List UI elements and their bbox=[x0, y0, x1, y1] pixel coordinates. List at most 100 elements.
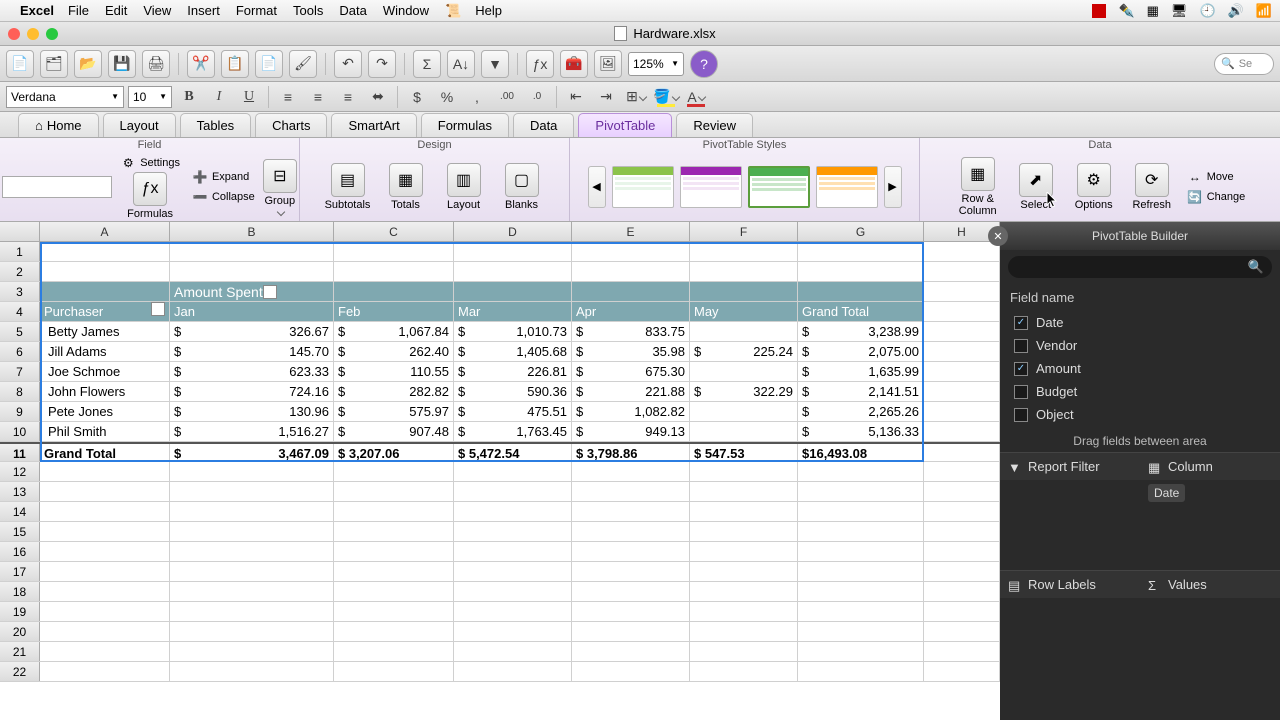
col-header-e[interactable]: E bbox=[572, 222, 690, 241]
cell[interactable]: $2,075.00 bbox=[798, 342, 924, 361]
cell[interactable]: $225.24 bbox=[690, 342, 798, 361]
row-header[interactable]: 7 bbox=[0, 362, 40, 381]
borders-button[interactable]: ⊞ bbox=[623, 85, 649, 109]
cell[interactable] bbox=[40, 562, 170, 581]
menu-data[interactable]: Data bbox=[339, 3, 366, 18]
tab-charts[interactable]: Charts bbox=[255, 113, 327, 137]
cell[interactable]: $949.13 bbox=[572, 422, 690, 441]
cell[interactable] bbox=[454, 542, 572, 561]
cell[interactable] bbox=[454, 262, 572, 281]
cell[interactable] bbox=[690, 402, 798, 421]
cell[interactable] bbox=[924, 662, 1000, 681]
cell[interactable]: Joe Schmoe bbox=[40, 362, 170, 381]
fill-color-button[interactable]: 🪣 bbox=[653, 85, 679, 109]
cell[interactable]: $675.30 bbox=[572, 362, 690, 381]
row-header[interactable]: 1 bbox=[0, 242, 40, 261]
cell[interactable] bbox=[924, 482, 1000, 501]
cell[interactable] bbox=[40, 642, 170, 661]
cell[interactable]: $623.33 bbox=[170, 362, 334, 381]
toolbar-search[interactable]: 🔍 Se bbox=[1214, 53, 1274, 75]
cell[interactable] bbox=[170, 462, 334, 481]
cell[interactable] bbox=[454, 622, 572, 641]
style-thumb-1[interactable] bbox=[612, 166, 674, 208]
cell[interactable]: $ 5,472.54 bbox=[454, 444, 572, 461]
cell[interactable] bbox=[798, 662, 924, 681]
cell[interactable] bbox=[690, 502, 798, 521]
copy-button[interactable]: 📋 bbox=[221, 50, 249, 78]
cell[interactable] bbox=[924, 444, 1000, 461]
cell[interactable] bbox=[454, 602, 572, 621]
cell[interactable] bbox=[334, 282, 454, 301]
cell[interactable] bbox=[690, 622, 798, 641]
cell[interactable] bbox=[690, 422, 798, 441]
row-header[interactable]: 14 bbox=[0, 502, 40, 521]
cell[interactable]: $2,141.51 bbox=[798, 382, 924, 401]
cell[interactable]: $1,763.45 bbox=[454, 422, 572, 441]
cell[interactable] bbox=[572, 542, 690, 561]
cell[interactable] bbox=[40, 602, 170, 621]
cell[interactable]: Feb bbox=[334, 302, 454, 321]
cell[interactable] bbox=[454, 582, 572, 601]
cell[interactable] bbox=[572, 522, 690, 541]
cell[interactable] bbox=[40, 462, 170, 481]
row-header[interactable]: 18 bbox=[0, 582, 40, 601]
cell[interactable] bbox=[798, 502, 924, 521]
cell[interactable] bbox=[798, 262, 924, 281]
row-header[interactable]: 15 bbox=[0, 522, 40, 541]
display-icon[interactable]: 🖥 bbox=[1171, 3, 1188, 19]
row-header[interactable]: 17 bbox=[0, 562, 40, 581]
cell[interactable] bbox=[924, 362, 1000, 381]
cell[interactable]: Grand Total bbox=[798, 302, 924, 321]
cell[interactable] bbox=[924, 542, 1000, 561]
cell[interactable]: $ 3,467.09 bbox=[170, 444, 334, 461]
cell[interactable] bbox=[572, 482, 690, 501]
cell[interactable]: $1,635.99 bbox=[798, 362, 924, 381]
cell[interactable]: $1,516.27 bbox=[170, 422, 334, 441]
cell[interactable] bbox=[454, 242, 572, 261]
row-header[interactable]: 3 bbox=[0, 282, 40, 301]
volume-icon[interactable]: 🔊 bbox=[1228, 3, 1244, 19]
tab-pivottable[interactable]: PivotTable bbox=[578, 113, 672, 137]
zone-report-filter[interactable]: ▼Report Filter bbox=[1000, 453, 1140, 480]
select-all-corner[interactable] bbox=[0, 222, 40, 241]
spaces-icon[interactable]: ▦ bbox=[1147, 3, 1159, 19]
row-column-button[interactable]: ▦Row & Column bbox=[951, 157, 1005, 217]
underline-button[interactable]: U bbox=[236, 85, 262, 109]
close-window-button[interactable] bbox=[8, 28, 20, 40]
zoom-select[interactable]: 125%▼ bbox=[628, 52, 684, 76]
tab-home[interactable]: Home bbox=[18, 113, 99, 137]
options-button[interactable]: ⚙Options bbox=[1067, 163, 1121, 211]
select-button[interactable]: ⬈Select bbox=[1009, 163, 1063, 211]
zone-row-labels[interactable]: ▤Row Labels bbox=[1000, 571, 1140, 598]
cell[interactable] bbox=[924, 462, 1000, 481]
bold-button[interactable]: B bbox=[176, 85, 202, 109]
zone-columns-body[interactable]: Date bbox=[1140, 480, 1280, 570]
row-header[interactable]: 13 bbox=[0, 482, 40, 501]
app-name[interactable]: Excel bbox=[20, 3, 54, 18]
cell[interactable]: $ 3,798.86 bbox=[572, 444, 690, 461]
expand-button[interactable]: ➕Expand bbox=[188, 168, 259, 186]
cell[interactable] bbox=[572, 462, 690, 481]
field-checkbox[interactable]: ✓ bbox=[1014, 362, 1028, 376]
row-header[interactable]: 4 bbox=[0, 302, 40, 321]
cell[interactable] bbox=[798, 582, 924, 601]
cell[interactable] bbox=[334, 242, 454, 261]
wifi-icon[interactable]: 📶 bbox=[1256, 3, 1272, 19]
cut-button[interactable]: ✂️ bbox=[187, 50, 215, 78]
cell[interactable] bbox=[454, 462, 572, 481]
toolbox-button[interactable]: 🧰 bbox=[560, 50, 588, 78]
row-header[interactable]: 21 bbox=[0, 642, 40, 661]
decrease-indent-button[interactable]: ⇤ bbox=[563, 85, 589, 109]
decrease-decimal-button[interactable]: .0 bbox=[524, 85, 550, 109]
cell[interactable]: $1,082.82 bbox=[572, 402, 690, 421]
cell[interactable]: $575.97 bbox=[334, 402, 454, 421]
row-header[interactable]: 11 bbox=[0, 444, 40, 461]
cell[interactable] bbox=[170, 622, 334, 641]
undo-button[interactable]: ↶ bbox=[334, 50, 362, 78]
col-header-a[interactable]: A bbox=[40, 222, 170, 241]
help-button[interactable]: ? bbox=[690, 50, 718, 78]
move-button[interactable]: ↔Move bbox=[1183, 168, 1250, 186]
cell[interactable] bbox=[798, 242, 924, 261]
cell[interactable] bbox=[170, 562, 334, 581]
cell[interactable] bbox=[572, 582, 690, 601]
